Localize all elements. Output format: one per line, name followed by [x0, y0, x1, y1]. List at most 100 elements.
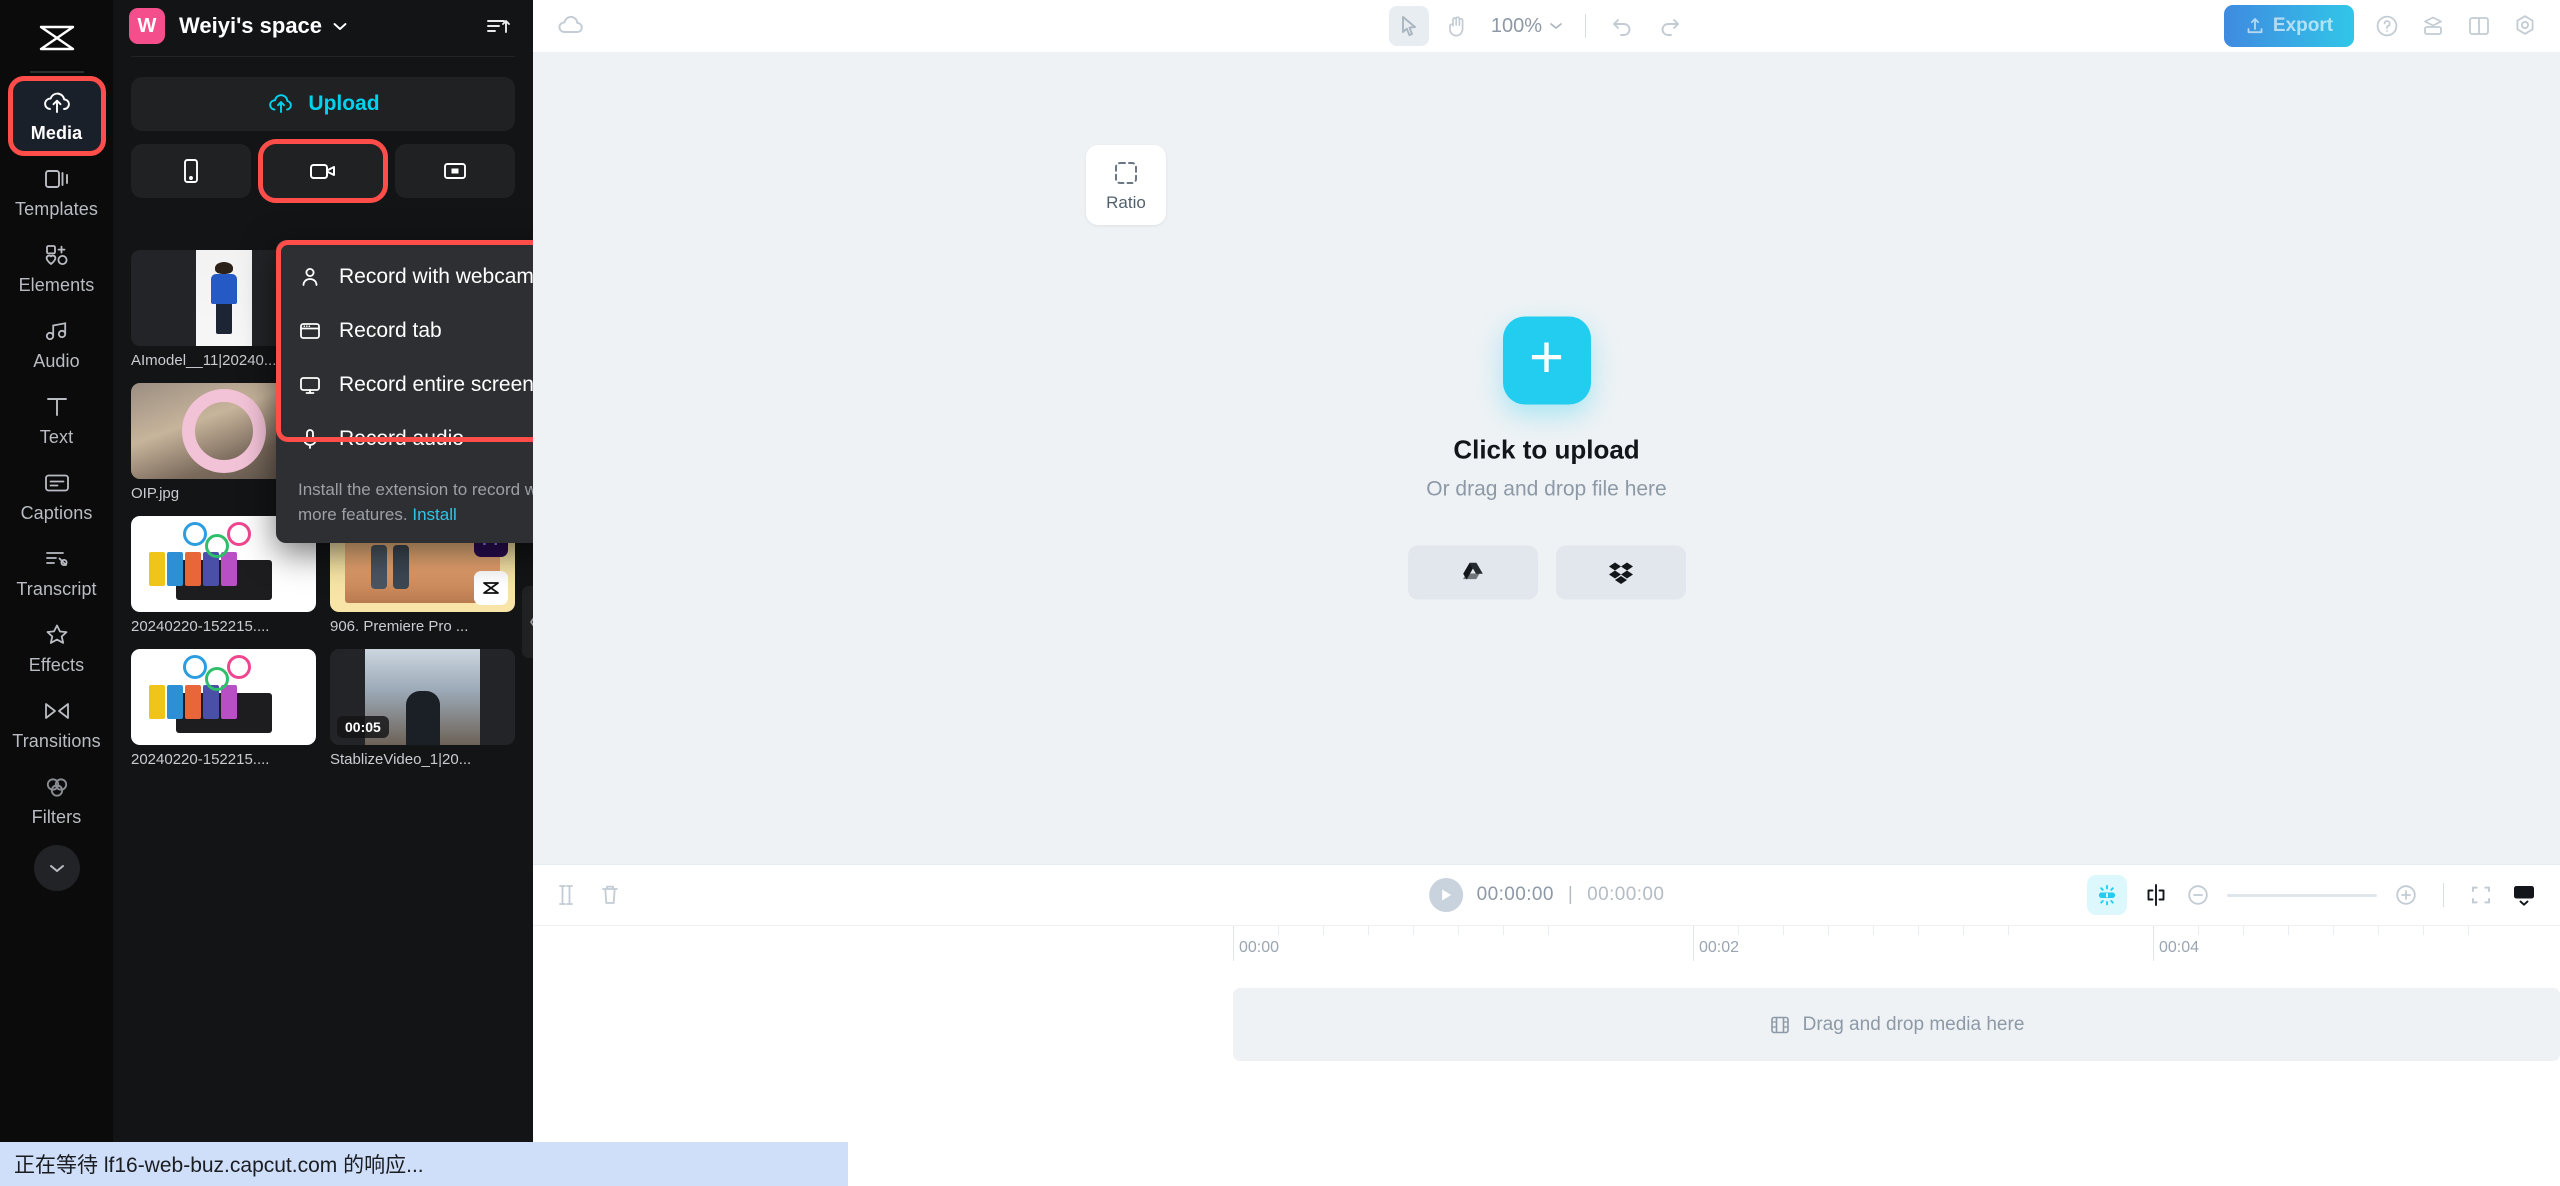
- workspace-name: Weiyi's space: [179, 13, 323, 38]
- trash-icon[interactable]: [599, 882, 621, 908]
- chevron-down-icon: [1549, 21, 1563, 31]
- export-button[interactable]: Export: [2224, 5, 2354, 47]
- sidebar-item-audio[interactable]: Audio: [11, 307, 103, 381]
- media-item[interactable]: 20240220-152215....: [131, 649, 316, 768]
- sidebar-item-media[interactable]: Media: [7, 76, 106, 156]
- ruler-label: 00:00: [1239, 939, 1280, 956]
- upload-button[interactable]: Upload: [131, 77, 515, 131]
- timeline-divider: [2443, 883, 2444, 907]
- media-item[interactable]: 00:05 StablizeVideo_1|20...: [330, 649, 515, 768]
- ratio-button-label: Ratio: [1106, 192, 1146, 212]
- upload-title: Click to upload: [1453, 434, 1640, 465]
- layers-icon[interactable]: [2420, 14, 2446, 38]
- timeline-tools-left: [555, 882, 621, 908]
- top-toolbar: 100% Export: [533, 0, 2560, 52]
- toolbar-right: Export: [2224, 5, 2538, 47]
- install-link[interactable]: Install: [412, 505, 456, 524]
- sidebar-more-button[interactable]: [33, 845, 80, 891]
- chevron-down-icon[interactable]: [332, 21, 348, 32]
- ratio-button[interactable]: Ratio: [1086, 145, 1166, 225]
- hand-icon: [1445, 14, 1469, 39]
- preview-monitor-icon[interactable]: [2510, 882, 2538, 908]
- phone-icon: [180, 156, 202, 186]
- sidebar-item-transcript[interactable]: Transcript: [11, 535, 103, 609]
- toolbar-left: [555, 14, 855, 38]
- sidebar-item-label: Audio: [33, 351, 80, 371]
- video-camera-icon: [307, 159, 339, 183]
- export-upload-icon: [2245, 16, 2265, 36]
- timeline-tools-right: [2087, 875, 2538, 915]
- sidebar-item-filters[interactable]: Filters: [11, 763, 103, 837]
- menu-item-record-webcam[interactable]: Record with webcam: [276, 250, 533, 304]
- split-panel-icon[interactable]: [2466, 14, 2492, 38]
- text-t-icon: [44, 392, 70, 422]
- sidebar-item-label: Transcript: [16, 579, 97, 599]
- drop-track[interactable]: Drag and drop media here: [1233, 988, 2560, 1061]
- record-tab[interactable]: [258, 139, 388, 203]
- sidebar-item-label: Templates: [15, 199, 98, 219]
- question-circle-icon[interactable]: [2374, 13, 2400, 39]
- auto-magic-button[interactable]: [2087, 875, 2127, 915]
- drop-track-inner: Drag and drop media here: [1769, 1014, 2024, 1036]
- menu-item-label: Record tab: [339, 319, 442, 342]
- redo-button[interactable]: [1650, 6, 1690, 46]
- media-filename: 20240220-152215....: [131, 618, 270, 635]
- hand-tool-button[interactable]: [1437, 6, 1477, 46]
- sidebar-item-label: Captions: [20, 503, 93, 523]
- undo-button[interactable]: [1602, 6, 1642, 46]
- menu-item-record-tab[interactable]: Record tab: [276, 304, 533, 358]
- captions-icon: [42, 468, 72, 498]
- zoom-in-button[interactable]: [2393, 882, 2419, 908]
- keyframe-split-icon[interactable]: [2143, 882, 2169, 908]
- settings-gear-icon[interactable]: [2512, 13, 2538, 39]
- google-drive-icon: [1460, 560, 1486, 586]
- sidebar-item-transitions[interactable]: Transitions: [11, 687, 103, 761]
- plus-icon[interactable]: [1502, 316, 1591, 405]
- time-separator: |: [1567, 884, 1574, 905]
- sidebar-item-text[interactable]: Text: [11, 383, 103, 457]
- split-clip-icon[interactable]: [555, 882, 577, 908]
- cloud-sync-icon[interactable]: [555, 14, 587, 38]
- crop-frame-icon: [1111, 158, 1141, 188]
- fit-screen-icon[interactable]: [2468, 882, 2494, 908]
- timeline-playback: 00:00:00 | 00:00:00: [1428, 878, 1665, 912]
- person-icon: [298, 265, 322, 289]
- panel-collapse-handle[interactable]: [522, 586, 533, 658]
- upload-button-label: Upload: [308, 92, 380, 115]
- menu-item-label: Record entire screen: [339, 373, 533, 396]
- main-area: 100% Export Ratio + Click to upload Or d…: [533, 0, 2560, 1186]
- menu-item-label: Record with webcam: [339, 265, 533, 288]
- sidebar-item-elements[interactable]: Elements: [11, 231, 103, 305]
- sidebar-item-label: Elements: [18, 275, 95, 295]
- timeline-ruler[interactable]: 00:00 00:02 00:04 00:06 00:08: [533, 925, 2560, 961]
- undo-icon: [1610, 15, 1634, 37]
- sidebar-item-captions[interactable]: Captions: [11, 459, 103, 533]
- google-drive-button[interactable]: [1407, 545, 1538, 600]
- cloud-import-row: [1407, 545, 1686, 600]
- zoom-level-select[interactable]: 100%: [1485, 15, 1569, 38]
- screen-tab[interactable]: [395, 144, 515, 198]
- zoom-out-button[interactable]: [2185, 882, 2211, 908]
- avatar: W: [129, 8, 165, 44]
- sidebar-item-effects[interactable]: Effects: [11, 611, 103, 685]
- cloud-upload-icon: [42, 88, 72, 118]
- canvas-area: Ratio Click to upload Or drag and drop f…: [533, 52, 2560, 864]
- zoom-slider[interactable]: [2227, 893, 2377, 897]
- sort-ascending-icon[interactable]: [485, 15, 511, 37]
- browser-tab-icon: [298, 319, 322, 343]
- capcut-logo-icon[interactable]: [0, 12, 113, 64]
- record-dropdown-menu: Record with webcam Record tab Record ent…: [276, 240, 533, 544]
- upload-dropzone[interactable]: Click to upload Or drag and drop file he…: [1407, 316, 1686, 600]
- chevron-down-icon: [48, 862, 66, 874]
- play-button[interactable]: [1428, 878, 1463, 912]
- mobile-tab[interactable]: [131, 144, 251, 198]
- extension-install-note: Install the extension to record with mor…: [276, 466, 533, 543]
- filmstrip-icon: [1769, 1014, 1791, 1036]
- menu-item-record-audio[interactable]: Record audio: [276, 412, 533, 466]
- media-thumbnail: [131, 649, 316, 745]
- templates-icon: [42, 164, 72, 194]
- menu-item-record-screen[interactable]: Record entire screen: [276, 358, 533, 412]
- cursor-tool-button[interactable]: [1388, 6, 1429, 46]
- sidebar-item-templates[interactable]: Templates: [11, 155, 103, 229]
- dropbox-button[interactable]: [1555, 545, 1686, 600]
